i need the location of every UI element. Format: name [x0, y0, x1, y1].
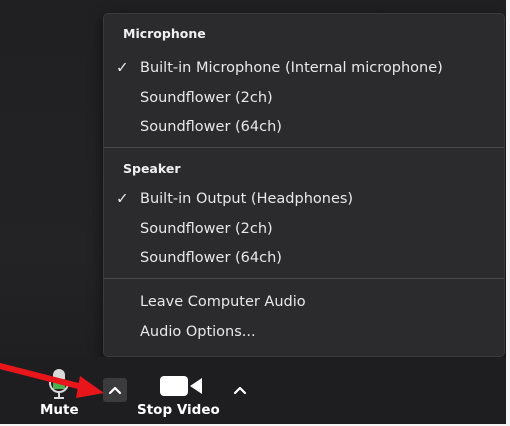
microphone-heading: Microphone	[123, 26, 206, 41]
speaker-item-soundflower-64ch[interactable]: Soundflower (64ch)	[104, 244, 504, 272]
menu-item-label: Built-in Output (Headphones)	[140, 191, 354, 207]
audio-options-item[interactable]: Audio Options...	[104, 318, 504, 346]
speaker-item-built-in[interactable]: ✓ Built-in Output (Headphones)	[104, 185, 504, 213]
video-options-caret[interactable]	[228, 378, 252, 402]
mic-item-built-in[interactable]: ✓ Built-in Microphone (Internal micropho…	[104, 54, 504, 82]
meeting-window: Microphone ✓ Built-in Microphone (Intern…	[0, 0, 510, 426]
stop-video-button[interactable]: Stop Video	[130, 357, 230, 424]
menu-item-label: Soundflower (64ch)	[140, 250, 282, 266]
video-camera-icon	[160, 376, 202, 396]
mic-item-soundflower-64ch[interactable]: Soundflower (64ch)	[104, 113, 504, 141]
red-arrow-annotation	[0, 363, 104, 398]
speaker-item-soundflower-2ch[interactable]: Soundflower (2ch)	[104, 215, 504, 243]
menu-item-label: Built-in Microphone (Internal microphone…	[140, 60, 443, 76]
menu-separator	[104, 278, 504, 279]
checkmark-icon: ✓	[116, 189, 129, 208]
speaker-heading: Speaker	[123, 161, 181, 176]
menu-item-label: Soundflower (2ch)	[140, 90, 273, 106]
screenshot-edge	[506, 0, 510, 426]
menu-item-label: Soundflower (64ch)	[140, 119, 282, 135]
leave-computer-audio-item[interactable]: Leave Computer Audio	[104, 288, 504, 316]
menu-item-label: Leave Computer Audio	[140, 294, 306, 310]
checkmark-icon: ✓	[116, 58, 129, 77]
caret-up-icon	[233, 386, 247, 395]
audio-options-menu: Microphone ✓ Built-in Microphone (Intern…	[103, 13, 505, 357]
menu-item-label: Audio Options...	[140, 324, 256, 340]
stop-video-label: Stop Video	[137, 402, 220, 418]
mic-item-soundflower-2ch[interactable]: Soundflower (2ch)	[104, 84, 504, 112]
menu-item-label: Soundflower (2ch)	[140, 221, 273, 237]
menu-separator	[104, 147, 504, 148]
